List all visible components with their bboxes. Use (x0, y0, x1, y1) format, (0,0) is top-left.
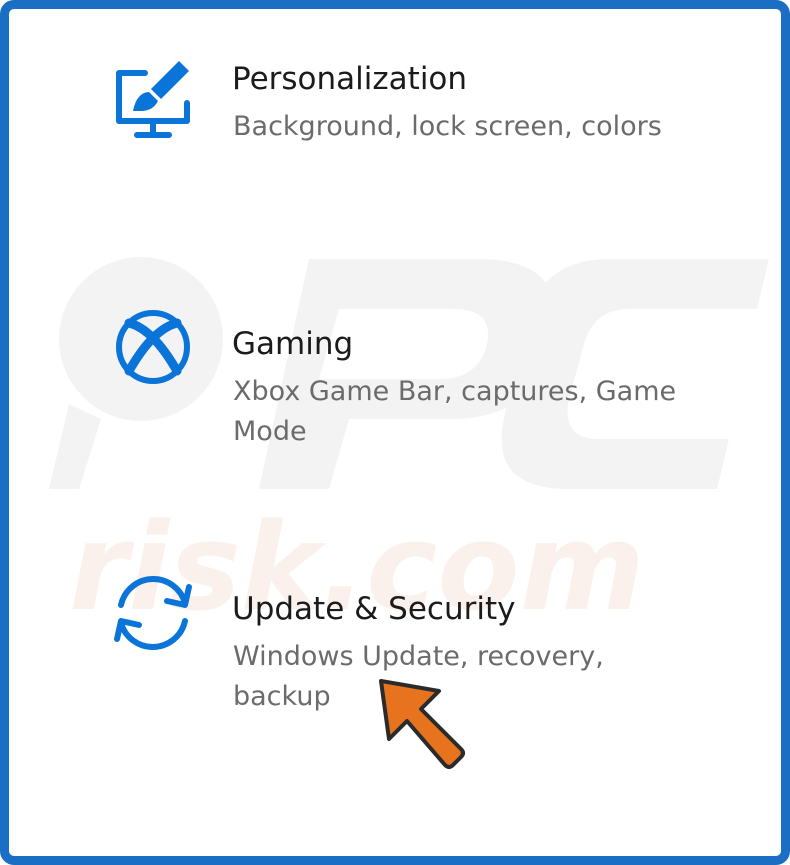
settings-item-gaming[interactable]: Gaming Xbox Game Bar, captures, Game Mod… (9, 299, 781, 459)
update-security-title: Update & Security (232, 591, 516, 627)
personalization-icon (116, 61, 190, 138)
personalization-title: Personalization (232, 61, 468, 97)
xbox-icon (116, 310, 190, 384)
gaming-title: Gaming (232, 326, 354, 362)
update-sync-icon (114, 576, 192, 650)
personalization-description: Background, lock screen, colors (233, 111, 662, 142)
pointer-arrow-icon (379, 679, 465, 769)
settings-item-personalization[interactable]: Personalization Background, lock screen,… (9, 39, 781, 199)
settings-panel: risk.com Personalization Background, loc… (0, 0, 790, 865)
gaming-description: Xbox Game Bar, captures, Game Mode (233, 376, 677, 447)
